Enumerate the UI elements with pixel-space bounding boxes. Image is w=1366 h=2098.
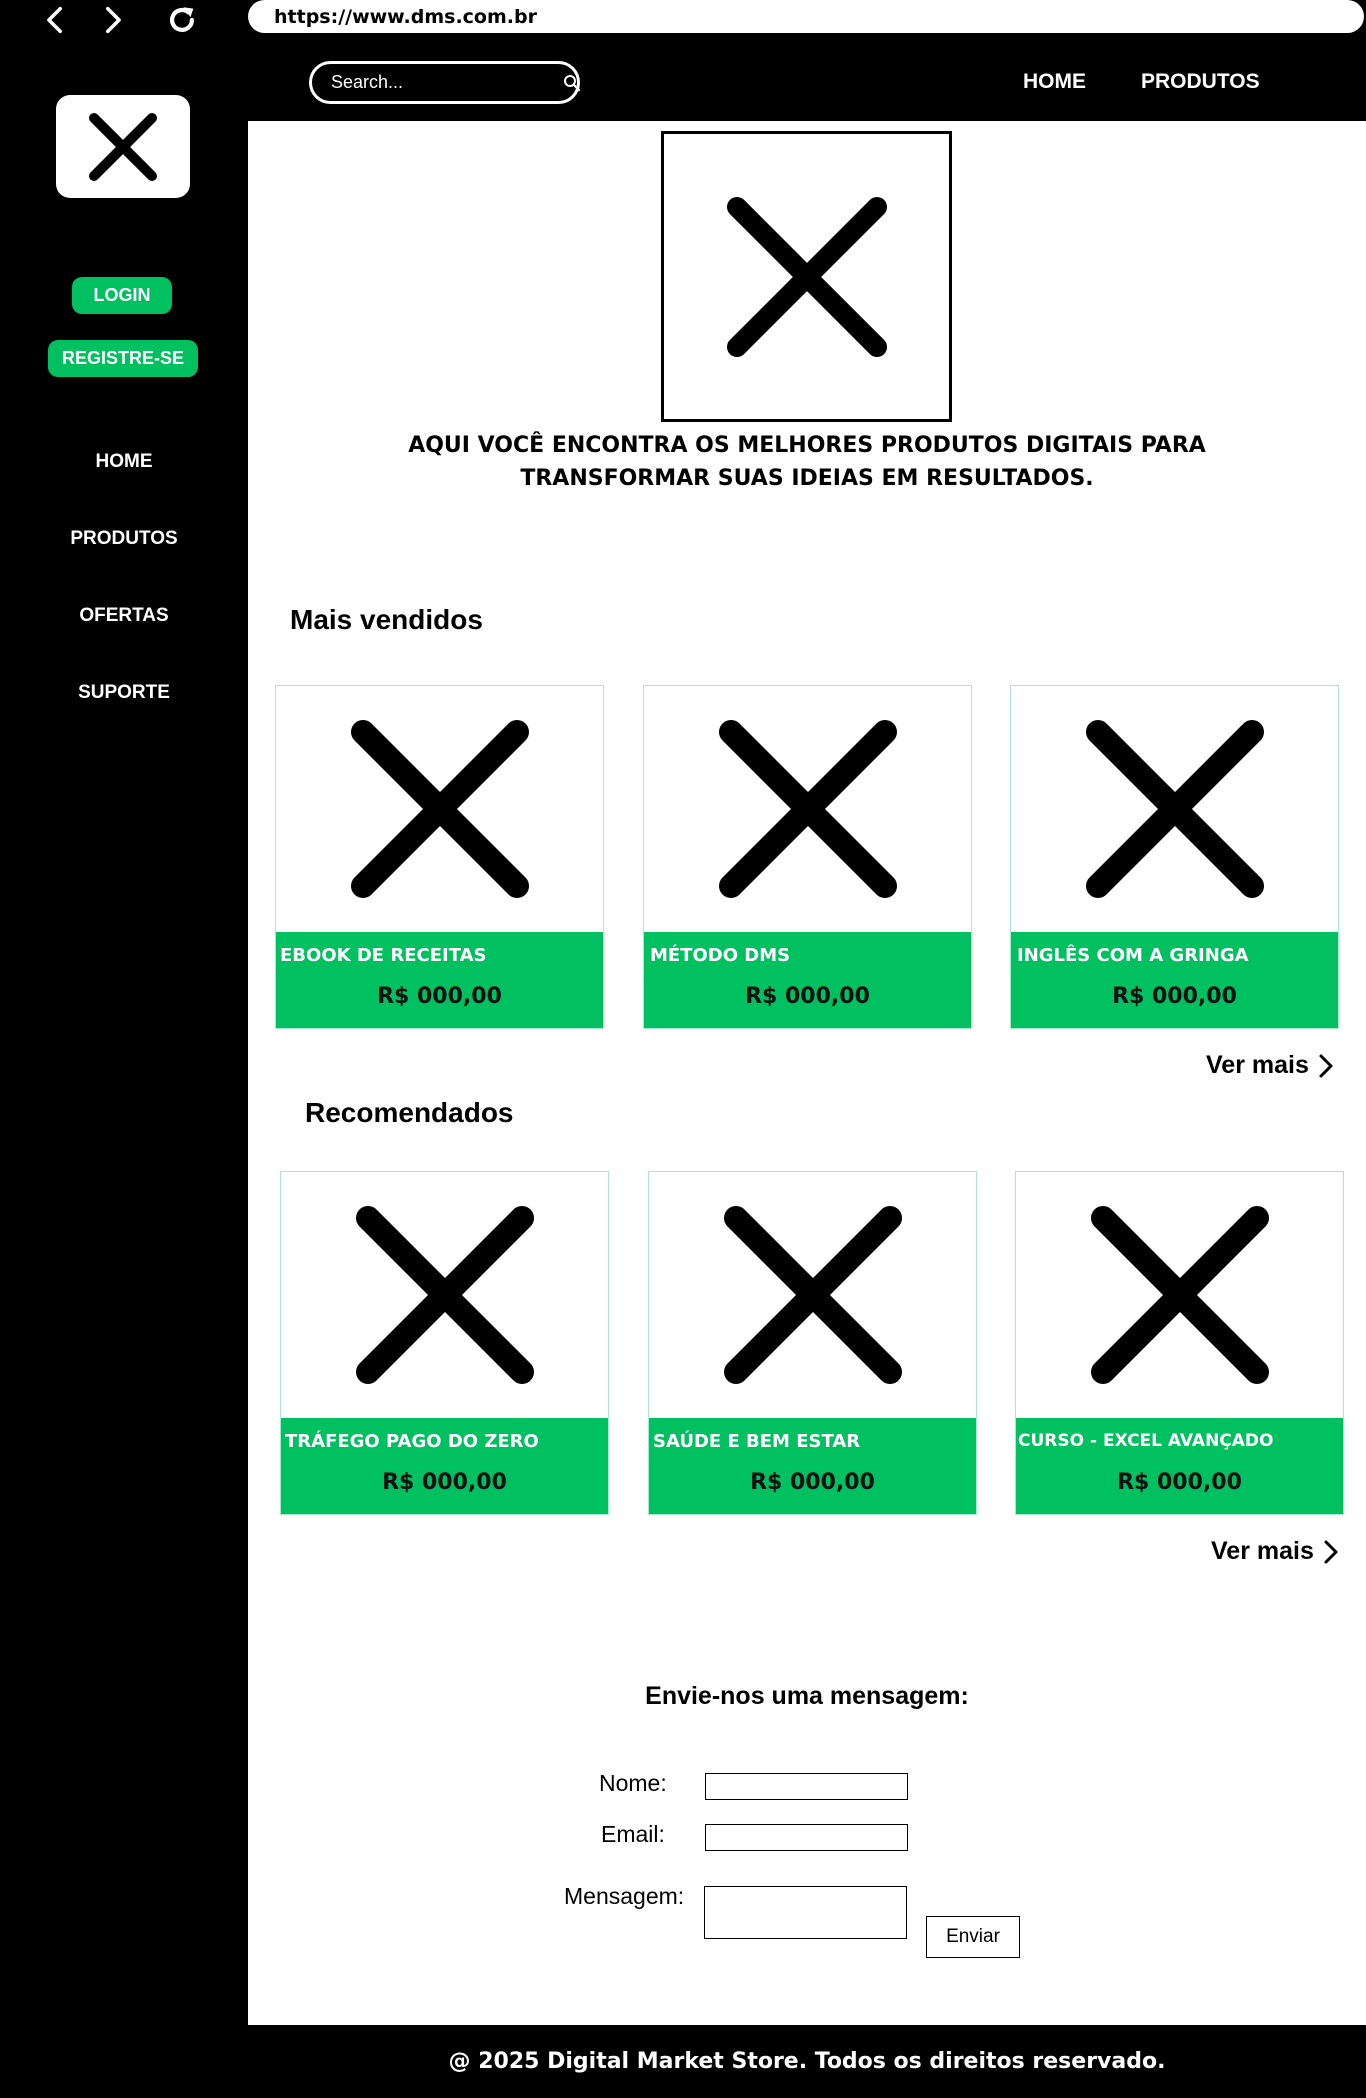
x-placeholder-icon (1085, 720, 1264, 898)
logo[interactable] (56, 95, 190, 198)
reload-icon[interactable] (162, 0, 202, 40)
product-name: TRÁFEGO PAGO DO ZERO (285, 1431, 539, 1452)
main-content: AQUI VOCÊ ENCONTRA OS MELHORES PRODUTOS … (248, 121, 1366, 2025)
product-card[interactable]: CURSO - EXCEL AVANÇADO R$ 000,00 (1015, 1171, 1344, 1515)
product-price: R$ 000,00 (745, 984, 870, 1009)
back-icon[interactable] (36, 0, 76, 40)
x-placeholder-icon (350, 720, 529, 898)
product-name: CURSO - EXCEL AVANÇADO (1018, 1431, 1274, 1451)
x-placeholder-icon (723, 1206, 902, 1384)
product-name: EBOOK DE RECEITAS (280, 945, 487, 966)
product-image (1016, 1172, 1343, 1418)
product-price: R$ 000,00 (377, 984, 502, 1009)
contact-form-title: Envie-nos uma mensagem: (645, 1682, 969, 1710)
header-link-home[interactable]: HOME (1023, 70, 1086, 94)
product-info: EBOOK DE RECEITAS R$ 000,00 (276, 932, 603, 1028)
see-more-label: Ver mais (1206, 1051, 1309, 1079)
message-field[interactable] (704, 1886, 907, 1939)
forward-icon[interactable] (92, 0, 132, 40)
send-button[interactable]: Enviar (926, 1916, 1020, 1958)
product-image (649, 1172, 976, 1418)
sidebar-item-home[interactable]: HOME (0, 451, 248, 473)
product-name: SAÚDE E BEM ESTAR (653, 1431, 861, 1452)
hero-tagline-line-1: AQUI VOCÊ ENCONTRA OS MELHORES PRODUTOS … (408, 433, 1206, 458)
section-title-recommended: Recomendados (305, 1097, 514, 1128)
x-placeholder-icon (718, 720, 897, 898)
hero-tagline: AQUI VOCÊ ENCONTRA OS MELHORES PRODUTOS … (298, 429, 1316, 495)
product-info: SAÚDE E BEM ESTAR R$ 000,00 (649, 1418, 976, 1514)
header-link-produtos[interactable]: PRODUTOS (1141, 70, 1260, 94)
sidebar-item-ofertas[interactable]: OFERTAS (0, 605, 248, 627)
search-box (309, 61, 581, 104)
x-placeholder-icon (355, 1206, 534, 1384)
sidebar: LOGIN REGISTRE-SE HOME PRODUTOS OFERTAS … (0, 40, 248, 2025)
product-image (281, 1172, 608, 1418)
hero-tagline-line-2: TRANSFORMAR SUAS IDEIAS EM RESULTADOS. (520, 466, 1094, 491)
product-card[interactable]: EBOOK DE RECEITAS R$ 000,00 (275, 685, 604, 1029)
browser-nav (0, 0, 248, 40)
footer: @ 2025 Digital Market Store. Todos os di… (248, 2025, 1366, 2098)
product-image (644, 686, 971, 932)
search-input[interactable] (331, 72, 563, 93)
message-label: Mensagem: (564, 1883, 685, 1909)
login-button[interactable]: LOGIN (72, 277, 172, 314)
top-header: HOME PRODUTOS (248, 40, 1366, 121)
product-name: INGLÊS COM A GRINGA (1017, 945, 1249, 966)
product-image (1011, 686, 1338, 932)
hero-image (661, 131, 952, 422)
product-price: R$ 000,00 (750, 1470, 875, 1495)
product-name: MÉTODO DMS (650, 945, 791, 966)
footer-copyright: @ 2025 Digital Market Store. Todos os di… (448, 2049, 1166, 2074)
search-icon[interactable] (563, 73, 581, 93)
sidebar-item-produtos[interactable]: PRODUTOS (0, 528, 248, 550)
email-field[interactable] (705, 1824, 908, 1851)
chevron-right-icon (1324, 1540, 1338, 1563)
x-placeholder-icon (726, 196, 887, 357)
name-field[interactable] (705, 1773, 908, 1800)
product-image (276, 686, 603, 932)
section-title-best-sellers: Mais vendidos (290, 604, 483, 635)
name-label: Nome: (599, 1770, 667, 1796)
product-info: TRÁFEGO PAGO DO ZERO R$ 000,00 (281, 1418, 608, 1514)
product-price: R$ 000,00 (382, 1470, 507, 1495)
see-more-recommended[interactable]: Ver mais (1211, 1537, 1340, 1566)
see-more-best-sellers[interactable]: Ver mais (1206, 1051, 1335, 1080)
product-price: R$ 000,00 (1112, 984, 1237, 1009)
product-info: MÉTODO DMS R$ 000,00 (644, 932, 971, 1028)
sidebar-item-suporte[interactable]: SUPORTE (0, 682, 248, 704)
address-bar[interactable]: https://www.dms.com.br (248, 0, 1364, 33)
chevron-right-icon (1319, 1054, 1333, 1077)
product-info: CURSO - EXCEL AVANÇADO R$ 000,00 (1016, 1418, 1343, 1514)
product-card[interactable]: INGLÊS COM A GRINGA R$ 000,00 (1010, 685, 1339, 1029)
x-placeholder-icon (1090, 1206, 1269, 1384)
register-button[interactable]: REGISTRE-SE (48, 340, 198, 377)
product-price: R$ 000,00 (1117, 1470, 1242, 1495)
email-label: Email: (601, 1821, 665, 1847)
x-placeholder-icon (89, 112, 157, 181)
product-card[interactable]: SAÚDE E BEM ESTAR R$ 000,00 (648, 1171, 977, 1515)
product-info: INGLÊS COM A GRINGA R$ 000,00 (1011, 932, 1338, 1028)
product-card[interactable]: TRÁFEGO PAGO DO ZERO R$ 000,00 (280, 1171, 609, 1515)
product-card[interactable]: MÉTODO DMS R$ 000,00 (643, 685, 972, 1029)
see-more-label: Ver mais (1211, 1537, 1314, 1565)
